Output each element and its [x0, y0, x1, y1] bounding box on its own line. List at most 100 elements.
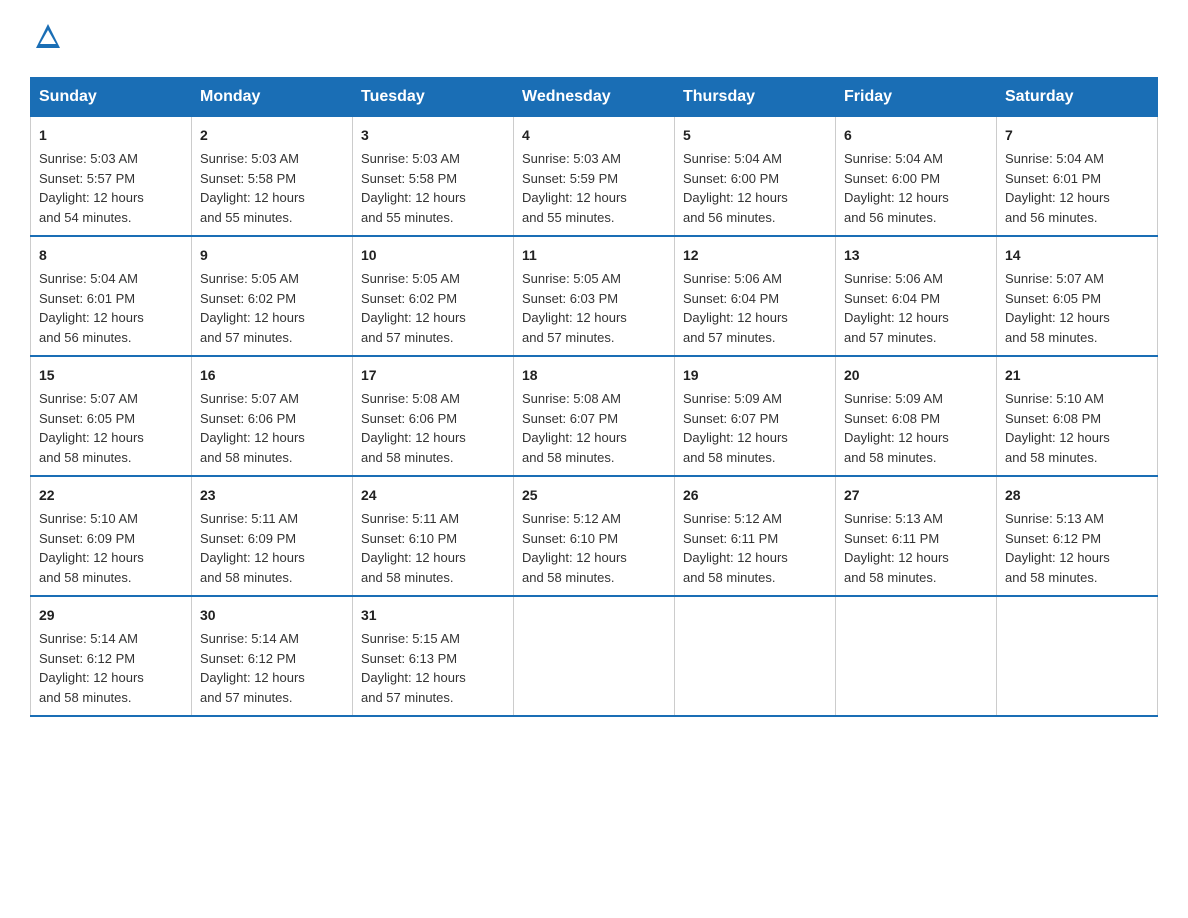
calendar-cell: 14 Sunrise: 5:07 AMSunset: 6:05 PMDayligh… [997, 236, 1158, 356]
day-number: 11 [522, 245, 666, 266]
day-info: Sunrise: 5:09 AMSunset: 6:07 PMDaylight:… [683, 389, 827, 467]
day-number: 3 [361, 125, 505, 146]
day-number: 24 [361, 485, 505, 506]
logo [30, 20, 66, 57]
day-info: Sunrise: 5:07 AMSunset: 6:05 PMDaylight:… [39, 389, 183, 467]
header-friday: Friday [836, 78, 997, 117]
day-number: 25 [522, 485, 666, 506]
day-number: 23 [200, 485, 344, 506]
calendar-cell: 3 Sunrise: 5:03 AMSunset: 5:58 PMDaylight… [353, 117, 514, 237]
day-number: 28 [1005, 485, 1149, 506]
day-info: Sunrise: 5:11 AMSunset: 6:10 PMDaylight:… [361, 509, 505, 587]
calendar-cell: 4Sunrise: 5:03 AMSunset: 5:59 PMDaylight… [514, 117, 675, 237]
calendar-cell: 6 Sunrise: 5:04 AMSunset: 6:00 PMDaylight… [836, 117, 997, 237]
calendar-cell [836, 596, 997, 716]
header-tuesday: Tuesday [353, 78, 514, 117]
day-info: Sunrise: 5:08 AMSunset: 6:06 PMDaylight:… [361, 389, 505, 467]
day-info: Sunrise: 5:05 AMSunset: 6:03 PMDaylight:… [522, 269, 666, 347]
calendar-cell: 7 Sunrise: 5:04 AMSunset: 6:01 PMDaylight… [997, 117, 1158, 237]
day-number: 21 [1005, 365, 1149, 386]
header-thursday: Thursday [675, 78, 836, 117]
calendar-header-row: SundayMondayTuesdayWednesdayThursdayFrid… [31, 78, 1158, 117]
day-number: 14 [1005, 245, 1149, 266]
day-info: Sunrise: 5:04 AMSunset: 6:00 PMDaylight:… [683, 149, 827, 227]
calendar-cell: 19 Sunrise: 5:09 AMSunset: 6:07 PMDayligh… [675, 356, 836, 476]
day-info: Sunrise: 5:05 AMSunset: 6:02 PMDaylight:… [361, 269, 505, 347]
day-number: 17 [361, 365, 505, 386]
day-info: Sunrise: 5:12 AMSunset: 6:11 PMDaylight:… [683, 509, 827, 587]
day-number: 10 [361, 245, 505, 266]
calendar-cell: 10 Sunrise: 5:05 AMSunset: 6:02 PMDayligh… [353, 236, 514, 356]
day-number: 20 [844, 365, 988, 386]
day-info: Sunrise: 5:06 AMSunset: 6:04 PMDaylight:… [683, 269, 827, 347]
calendar-cell: 18Sunrise: 5:08 AMSunset: 6:07 PMDayligh… [514, 356, 675, 476]
calendar-cell: 2 Sunrise: 5:03 AMSunset: 5:58 PMDaylight… [192, 117, 353, 237]
day-info: Sunrise: 5:12 AMSunset: 6:10 PMDaylight:… [522, 509, 666, 587]
calendar-cell [675, 596, 836, 716]
day-number: 5 [683, 125, 827, 146]
day-info: Sunrise: 5:06 AMSunset: 6:04 PMDaylight:… [844, 269, 988, 347]
calendar-cell: 13 Sunrise: 5:06 AMSunset: 6:04 PMDayligh… [836, 236, 997, 356]
page-header [30, 20, 1158, 57]
day-number: 13 [844, 245, 988, 266]
calendar-cell: 20 Sunrise: 5:09 AMSunset: 6:08 PMDayligh… [836, 356, 997, 476]
day-number: 31 [361, 605, 505, 626]
day-number: 12 [683, 245, 827, 266]
day-number: 6 [844, 125, 988, 146]
header-saturday: Saturday [997, 78, 1158, 117]
day-number: 8 [39, 245, 183, 266]
calendar-table: SundayMondayTuesdayWednesdayThursdayFrid… [30, 77, 1158, 717]
logo-icon [32, 20, 64, 52]
day-number: 26 [683, 485, 827, 506]
header-wednesday: Wednesday [514, 78, 675, 117]
day-info: Sunrise: 5:03 AMSunset: 5:58 PMDaylight:… [200, 149, 344, 227]
day-info: Sunrise: 5:15 AMSunset: 6:13 PMDaylight:… [361, 629, 505, 707]
calendar-cell: 5 Sunrise: 5:04 AMSunset: 6:00 PMDaylight… [675, 117, 836, 237]
calendar-cell: 25 Sunrise: 5:12 AMSunset: 6:10 PMDayligh… [514, 476, 675, 596]
day-number: 16 [200, 365, 344, 386]
day-number: 7 [1005, 125, 1149, 146]
calendar-cell: 17 Sunrise: 5:08 AMSunset: 6:06 PMDayligh… [353, 356, 514, 476]
day-info: Sunrise: 5:09 AMSunset: 6:08 PMDaylight:… [844, 389, 988, 467]
day-info: Sunrise: 5:14 AMSunset: 6:12 PMDaylight:… [200, 629, 344, 707]
calendar-week-2: 8 Sunrise: 5:04 AMSunset: 6:01 PMDaylight… [31, 236, 1158, 356]
day-info: Sunrise: 5:07 AMSunset: 6:05 PMDaylight:… [1005, 269, 1149, 347]
day-info: Sunrise: 5:04 AMSunset: 6:01 PMDaylight:… [39, 269, 183, 347]
calendar-cell [514, 596, 675, 716]
day-info: Sunrise: 5:04 AMSunset: 6:01 PMDaylight:… [1005, 149, 1149, 227]
calendar-cell: 8 Sunrise: 5:04 AMSunset: 6:01 PMDaylight… [31, 236, 192, 356]
calendar-cell: 24 Sunrise: 5:11 AMSunset: 6:10 PMDayligh… [353, 476, 514, 596]
calendar-cell: 15 Sunrise: 5:07 AMSunset: 6:05 PMDayligh… [31, 356, 192, 476]
calendar-cell: 12 Sunrise: 5:06 AMSunset: 6:04 PMDayligh… [675, 236, 836, 356]
calendar-cell: 11 Sunrise: 5:05 AMSunset: 6:03 PMDayligh… [514, 236, 675, 356]
day-number: 15 [39, 365, 183, 386]
day-info: Sunrise: 5:13 AMSunset: 6:12 PMDaylight:… [1005, 509, 1149, 587]
day-info: Sunrise: 5:03 AMSunset: 5:58 PMDaylight:… [361, 149, 505, 227]
day-number: 1 [39, 125, 183, 146]
calendar-cell: 30 Sunrise: 5:14 AMSunset: 6:12 PMDayligh… [192, 596, 353, 716]
day-number: 29 [39, 605, 183, 626]
calendar-week-5: 29 Sunrise: 5:14 AMSunset: 6:12 PMDayligh… [31, 596, 1158, 716]
day-number: 30 [200, 605, 344, 626]
calendar-week-1: 1Sunrise: 5:03 AMSunset: 5:57 PMDaylight… [31, 117, 1158, 237]
calendar-cell: 22Sunrise: 5:10 AMSunset: 6:09 PMDayligh… [31, 476, 192, 596]
calendar-cell: 26 Sunrise: 5:12 AMSunset: 6:11 PMDayligh… [675, 476, 836, 596]
header-sunday: Sunday [31, 78, 192, 117]
day-number: 18 [522, 365, 666, 386]
calendar-cell: 21 Sunrise: 5:10 AMSunset: 6:08 PMDayligh… [997, 356, 1158, 476]
calendar-cell: 9 Sunrise: 5:05 AMSunset: 6:02 PMDaylight… [192, 236, 353, 356]
day-number: 9 [200, 245, 344, 266]
day-info: Sunrise: 5:04 AMSunset: 6:00 PMDaylight:… [844, 149, 988, 227]
day-number: 19 [683, 365, 827, 386]
day-number: 2 [200, 125, 344, 146]
day-info: Sunrise: 5:10 AMSunset: 6:08 PMDaylight:… [1005, 389, 1149, 467]
day-info: Sunrise: 5:03 AMSunset: 5:59 PMDaylight:… [522, 149, 666, 227]
calendar-cell [997, 596, 1158, 716]
calendar-week-3: 15 Sunrise: 5:07 AMSunset: 6:05 PMDayligh… [31, 356, 1158, 476]
day-info: Sunrise: 5:05 AMSunset: 6:02 PMDaylight:… [200, 269, 344, 347]
calendar-week-4: 22Sunrise: 5:10 AMSunset: 6:09 PMDayligh… [31, 476, 1158, 596]
calendar-cell: 29Sunrise: 5:14 AMSunset: 6:12 PMDayligh… [31, 596, 192, 716]
day-number: 22 [39, 485, 183, 506]
header-monday: Monday [192, 78, 353, 117]
calendar-cell: 16Sunrise: 5:07 AMSunset: 6:06 PMDayligh… [192, 356, 353, 476]
